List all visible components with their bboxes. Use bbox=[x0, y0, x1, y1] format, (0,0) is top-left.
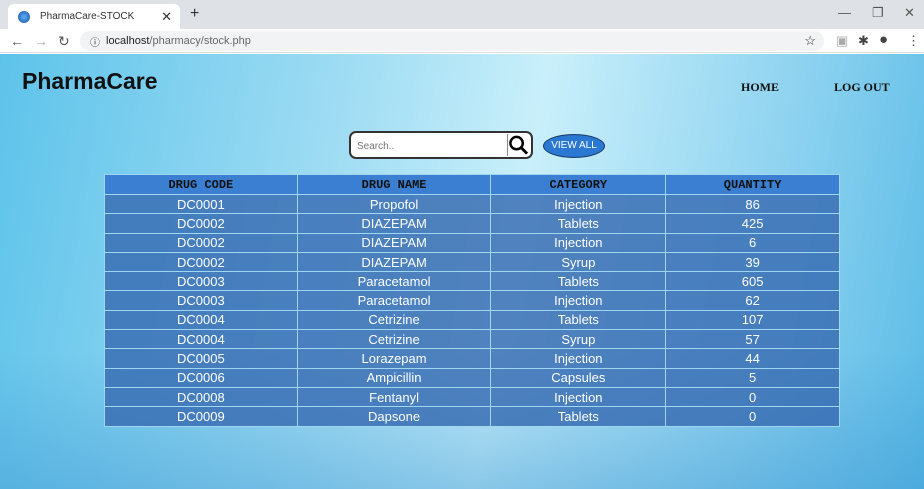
table-row: DC0002 DIAZEPAM Syrup 39 bbox=[104, 251, 840, 273]
browser-tab[interactable]: PharmaCare-STOCK ✕ bbox=[8, 4, 180, 29]
browser-tab-bar: PharmaCare-STOCK ✕ + — ❐ ✕ bbox=[0, 0, 924, 29]
table-cell: DC0006 bbox=[104, 367, 298, 388]
tab-title: PharmaCare-STOCK bbox=[40, 11, 135, 22]
url-field[interactable]: ⓘ localhost/pharmacy/stock.php ☆ bbox=[80, 31, 824, 51]
table-cell: 62 bbox=[665, 290, 840, 311]
table-cell: Injection bbox=[490, 193, 667, 215]
table-cell: 6 bbox=[665, 232, 840, 253]
table-cell: Injection bbox=[490, 290, 667, 311]
table-cell: DIAZEPAM bbox=[296, 251, 492, 273]
info-icon: ⓘ bbox=[90, 37, 100, 49]
table-cell: 605 bbox=[665, 271, 840, 292]
address-bar-row: ← → ↻ ⓘ localhost/pharmacy/stock.php ☆ ▣… bbox=[0, 29, 924, 53]
column-header: CATEGORY bbox=[490, 174, 667, 195]
table-cell: Paracetamol bbox=[296, 290, 492, 311]
table-cell: Syrup bbox=[490, 329, 667, 350]
table-cell: DC0001 bbox=[104, 193, 298, 215]
brand-logo: PharmaCare bbox=[22, 68, 158, 94]
table-cell: DC0002 bbox=[104, 213, 298, 234]
back-icon[interactable]: ← bbox=[10, 33, 24, 49]
minimize-icon[interactable]: — bbox=[838, 5, 851, 20]
puzzle-icon[interactable]: ✱ bbox=[858, 33, 869, 49]
table-cell: DC0005 bbox=[104, 348, 298, 369]
table-cell: 44 bbox=[665, 348, 840, 369]
table-cell: DC0002 bbox=[104, 251, 298, 273]
table-row: DC0004 Cetrizine Tablets 107 bbox=[104, 309, 840, 331]
table-row: DC0005 Lorazepam Injection 44 bbox=[104, 348, 840, 369]
profile-icon[interactable]: ● bbox=[879, 31, 888, 48]
favicon-icon bbox=[18, 10, 30, 23]
table-cell: DC0003 bbox=[104, 290, 298, 311]
stock-table: DRUG CODE DRUG NAME CATEGORY QUANTITY DC000… bbox=[104, 174, 840, 427]
table-cell: Propofol bbox=[296, 193, 492, 215]
table-cell: DIAZEPAM bbox=[296, 213, 492, 234]
restore-icon[interactable]: ❐ bbox=[872, 5, 884, 21]
table-cell: Capsules bbox=[490, 367, 667, 388]
table-row: DC0003 Paracetamol Injection 62 bbox=[104, 290, 840, 311]
table-cell: Cetrizine bbox=[296, 309, 492, 331]
table-row: DC0002 DIAZEPAM Injection 6 bbox=[104, 232, 840, 253]
table-row: DC0002 DIAZEPAM Tablets 425 bbox=[104, 213, 840, 234]
page-content: PharmaCare HOME LOG OUT VIEW ALL DRUG CO… bbox=[0, 54, 924, 489]
close-window-icon[interactable]: ✕ bbox=[904, 5, 915, 21]
search-input[interactable] bbox=[357, 135, 507, 157]
table-cell: Fentanyl bbox=[296, 386, 492, 408]
table-cell: Syrup bbox=[490, 251, 667, 273]
table-cell: 5 bbox=[665, 367, 840, 388]
table-cell: DIAZEPAM bbox=[296, 232, 492, 253]
table-cell: 57 bbox=[665, 329, 840, 350]
table-cell: 86 bbox=[665, 193, 840, 215]
nav-home[interactable]: HOME bbox=[741, 80, 779, 95]
table-row: DC0004 Cetrizine Syrup 57 bbox=[104, 329, 840, 350]
table-cell: Tablets bbox=[490, 309, 667, 331]
table-cell: DC0009 bbox=[104, 406, 298, 427]
table-cell: Tablets bbox=[490, 271, 667, 292]
table-cell: Dapsone bbox=[296, 406, 492, 427]
column-header: QUANTITY bbox=[665, 174, 840, 195]
table-cell: 425 bbox=[665, 213, 840, 234]
table-cell: DC0003 bbox=[104, 271, 298, 292]
table-cell: Injection bbox=[490, 386, 667, 408]
table-cell: Paracetamol bbox=[296, 271, 492, 292]
search-icon[interactable] bbox=[507, 134, 529, 156]
bookmark-star-icon[interactable]: ☆ bbox=[804, 33, 816, 49]
table-cell: 0 bbox=[665, 386, 840, 408]
close-tab-icon[interactable]: ✕ bbox=[161, 9, 172, 25]
table-cell: DC0008 bbox=[104, 386, 298, 408]
table-row: DC0008 Fentanyl Injection 0 bbox=[104, 386, 840, 408]
table-cell: Injection bbox=[490, 348, 667, 369]
table-cell: DC0004 bbox=[104, 309, 298, 331]
table-cell: DC0004 bbox=[104, 329, 298, 350]
nav-logout[interactable]: LOG OUT bbox=[834, 80, 890, 95]
extension-icon[interactable]: ▣ bbox=[836, 33, 848, 49]
table-cell: Lorazepam bbox=[296, 348, 492, 369]
view-all-button[interactable]: VIEW ALL bbox=[543, 134, 605, 158]
table-cell: 107 bbox=[665, 309, 840, 331]
table-row: DC0001 Propofol Injection 86 bbox=[104, 193, 840, 215]
table-cell: Ampicillin bbox=[296, 367, 492, 388]
table-cell: Tablets bbox=[490, 406, 667, 427]
table-cell: Tablets bbox=[490, 213, 667, 234]
table-cell: 0 bbox=[665, 406, 840, 427]
table-cell: 39 bbox=[665, 251, 840, 273]
forward-icon[interactable]: → bbox=[34, 33, 48, 49]
table-row: DC0009 Dapsone Tablets 0 bbox=[104, 406, 840, 427]
url-host: localhost bbox=[106, 35, 150, 47]
new-tab-icon[interactable]: + bbox=[190, 5, 199, 23]
menu-dots-icon[interactable]: ⋮ bbox=[907, 33, 920, 49]
table-row: DC0006 Ampicillin Capsules 5 bbox=[104, 367, 840, 388]
table-cell: DC0002 bbox=[104, 232, 298, 253]
column-header: DRUG NAME bbox=[296, 174, 492, 195]
url-path: /pharmacy/stock.php bbox=[149, 35, 251, 47]
table-cell: Cetrizine bbox=[296, 329, 492, 350]
column-header: DRUG CODE bbox=[104, 174, 298, 195]
reload-icon[interactable]: ↻ bbox=[58, 33, 70, 50]
table-row: DC0003 Paracetamol Tablets 605 bbox=[104, 271, 840, 292]
search-box bbox=[349, 131, 533, 159]
table-cell: Injection bbox=[490, 232, 667, 253]
